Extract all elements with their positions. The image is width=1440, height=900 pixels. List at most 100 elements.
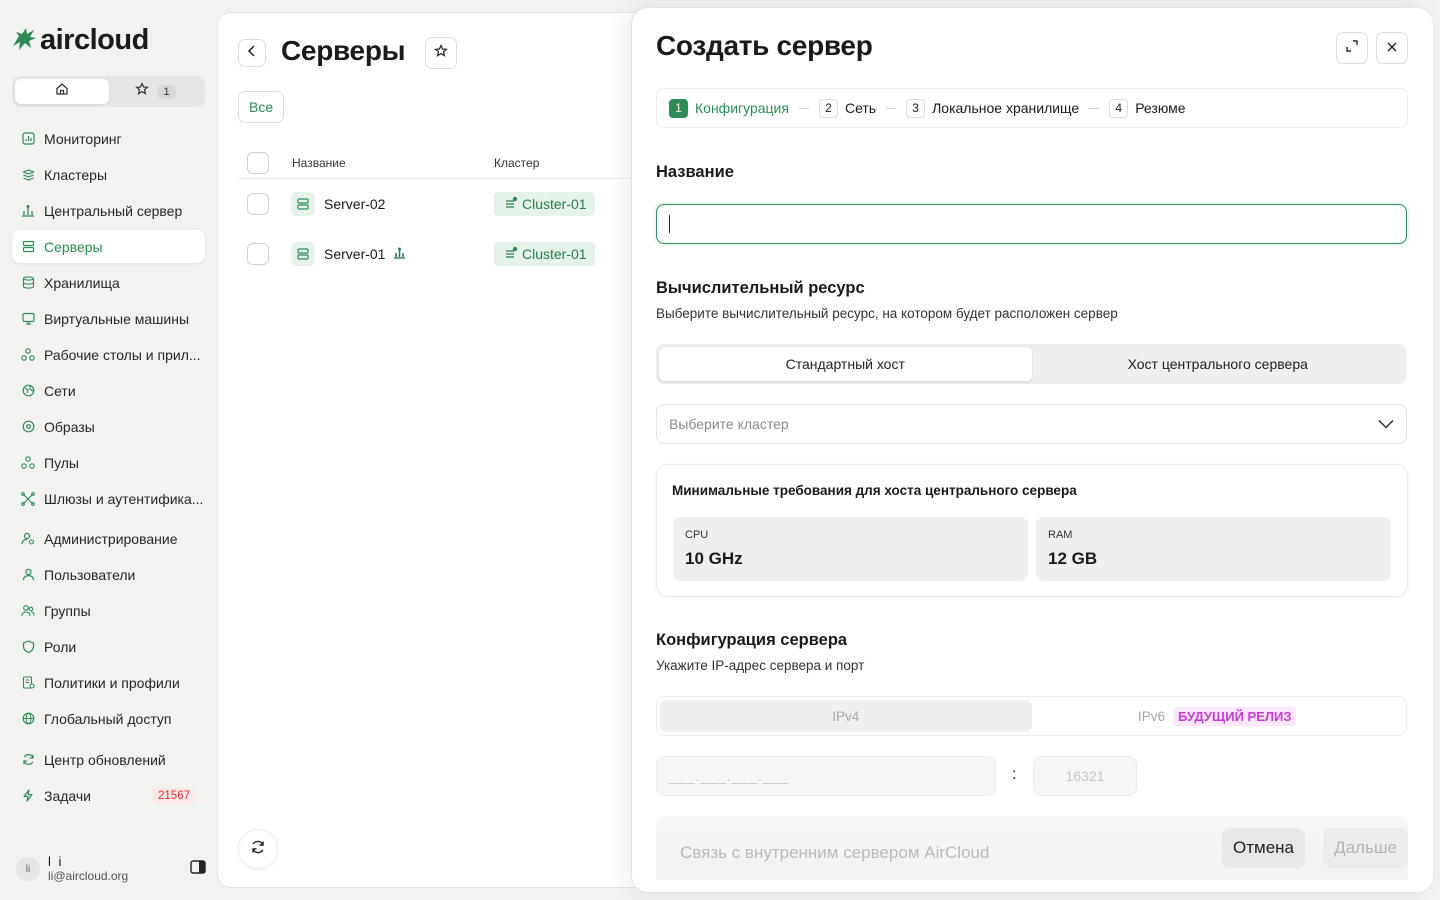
brand-logo[interactable]: aircloud <box>10 24 149 57</box>
step-separator <box>1089 107 1100 109</box>
central-host-option[interactable]: Хост центрального сервера <box>1032 347 1405 381</box>
sidebar-toggle-icon[interactable] <box>190 859 206 879</box>
table-row[interactable]: Server-02 Cluster-01 <box>238 179 658 229</box>
step-label: Конфигурация <box>695 100 789 116</box>
drawer-title: Создать сервер <box>656 30 873 61</box>
drawer-footer: Связь с внутренним сервером AirCloud Отм… <box>656 816 1408 880</box>
ram-requirement: RAM 12 GB <box>1036 517 1391 581</box>
close-button[interactable] <box>1376 32 1408 64</box>
sidebar-item-monitoring[interactable]: Мониторинг <box>12 122 205 155</box>
sidebar-item-label: Роли <box>44 638 77 655</box>
step-number: 1 <box>669 98 688 118</box>
expand-icon <box>1346 39 1358 57</box>
brand-name: aircloud <box>40 24 149 56</box>
sidebar-item-label: Политики и профили <box>44 674 180 691</box>
sidebar-item-administration[interactable]: Администрирование <box>12 522 205 555</box>
expand-button[interactable] <box>1336 32 1368 64</box>
step-label: Локальное хранилище <box>932 100 1080 116</box>
favorites-tab[interactable]: 1 <box>109 79 202 104</box>
sidebar-item-label: Образы <box>44 418 95 435</box>
server-name-input[interactable] <box>656 204 1407 244</box>
user-email: li@aircloud.org <box>48 869 129 883</box>
sidebar-item-roles[interactable]: Роли <box>12 630 205 663</box>
select-all-checkbox[interactable] <box>247 151 269 174</box>
ip-address-input[interactable]: ___.___.___.___ <box>656 756 996 796</box>
sidebar-item-pools[interactable]: Пулы <box>12 446 205 479</box>
ipv4-option[interactable]: IPv4 <box>660 700 1032 732</box>
view-switcher: 1 <box>12 76 205 107</box>
filter-all-button[interactable]: Все <box>238 91 285 123</box>
cluster-tag[interactable]: Cluster-01 <box>494 192 595 216</box>
port-separator: : <box>1012 766 1017 783</box>
refresh-button[interactable] <box>238 829 278 869</box>
chevron-left-icon <box>247 44 257 62</box>
sidebar-item-servers[interactable]: Серверы <box>12 230 205 263</box>
table-header: Название Кластер <box>238 147 658 179</box>
layers-icon <box>21 168 35 182</box>
row-checkbox[interactable] <box>247 193 269 215</box>
port-input[interactable]: 16321 <box>1033 756 1137 796</box>
next-button[interactable]: Дальше <box>1323 828 1408 868</box>
server-name[interactable]: Server-02 <box>324 196 385 212</box>
servers-panel: Серверы Все Название Кластер Server-02 C… <box>217 12 658 888</box>
sidebar-item-gateways-auth[interactable]: Шлюзы и аутентифика... <box>12 482 205 515</box>
cluster-tag[interactable]: Cluster-01 <box>494 242 595 266</box>
sidebar-item-storage[interactable]: Хранилища <box>12 266 205 299</box>
cluster-icon <box>504 246 518 263</box>
sidebar-item-clusters[interactable]: Кластеры <box>12 158 205 191</box>
row-checkbox[interactable] <box>247 243 269 265</box>
future-release-badge: БУДУЩИЙ РЕЛИЗ <box>1173 706 1297 726</box>
chart-icon <box>21 132 35 146</box>
sidebar-item-desktops-apps[interactable]: Рабочие столы и прил... <box>12 338 205 371</box>
name-section-title: Название <box>656 163 734 181</box>
create-server-drawer: Создать сервер 1 Конфигурация 2 Сеть 3 Л… <box>632 8 1433 892</box>
sidebar-item-global-access[interactable]: Глобальный доступ <box>12 702 205 735</box>
favorites-count: 1 <box>157 84 176 99</box>
gateway-icon <box>21 491 35 506</box>
column-name[interactable]: Название <box>292 156 346 170</box>
step-configuration[interactable]: 1 Конфигурация <box>669 98 789 118</box>
sidebar-item-groups[interactable]: Группы <box>12 594 205 627</box>
cancel-button[interactable]: Отмена <box>1222 828 1305 868</box>
ram-value: 12 GB <box>1048 549 1098 568</box>
sidebar-item-tasks[interactable]: Задачи 21567 <box>12 779 205 812</box>
step-label: Резюме <box>1135 100 1186 116</box>
ram-label: RAM <box>1048 529 1073 541</box>
step-network[interactable]: 2 Сеть <box>818 98 876 118</box>
column-cluster[interactable]: Кластер <box>494 156 539 170</box>
sidebar-item-label: Кластеры <box>44 166 107 183</box>
step-summary[interactable]: 4 Резюме <box>1109 98 1186 118</box>
cluster-select[interactable]: Выберите кластер <box>656 404 1407 444</box>
user-name: l i <box>48 854 64 869</box>
group-icon <box>21 604 35 618</box>
sidebar-item-virtual-machines[interactable]: Виртуальные машины <box>12 302 205 335</box>
sidebar-item-label: Задачи <box>44 787 92 804</box>
cpu-label: CPU <box>685 529 709 541</box>
requirements-title: Минимальные требования для хоста централ… <box>672 483 1077 498</box>
sidebar-item-central-server[interactable]: Центральный сервер <box>12 194 205 227</box>
tasks-count-badge: 21567 <box>152 787 196 804</box>
cluster-name: Cluster-01 <box>522 246 587 262</box>
standard-host-option[interactable]: Стандартный хост <box>659 347 1032 381</box>
sidebar-item-users[interactable]: Пользователи <box>12 558 205 591</box>
page-title: Серверы <box>281 35 406 66</box>
favorite-button[interactable] <box>425 37 457 69</box>
compute-section-subtitle: Выберите вычислительный ресурс, на котор… <box>656 306 1118 321</box>
step-local-storage[interactable]: 3 Локальное хранилище <box>906 98 1080 118</box>
step-number: 3 <box>906 98 926 118</box>
table-row[interactable]: Server-01 Cluster-01 <box>238 229 658 279</box>
sidebar-item-label: Глобальный доступ <box>44 710 172 727</box>
back-button[interactable] <box>238 39 266 67</box>
step-number: 2 <box>818 98 838 118</box>
sidebar-item-label: Сети <box>44 382 76 399</box>
sidebar-item-images[interactable]: Образы <box>12 410 205 443</box>
sidebar-item-update-center[interactable]: Центр обновлений <box>12 743 205 776</box>
sidebar-item-networks[interactable]: Сети <box>12 374 205 407</box>
sidebar-item-policies-profiles[interactable]: Политики и профили <box>12 666 205 699</box>
compute-section-title: Вычислительный ресурс <box>656 279 865 297</box>
server-name[interactable]: Server-01 <box>324 246 385 262</box>
cluster-icon <box>504 196 518 213</box>
user-profile[interactable]: li l i li@aircloud.org <box>16 852 206 886</box>
admin-icon <box>21 532 35 546</box>
home-tab[interactable] <box>15 79 109 104</box>
